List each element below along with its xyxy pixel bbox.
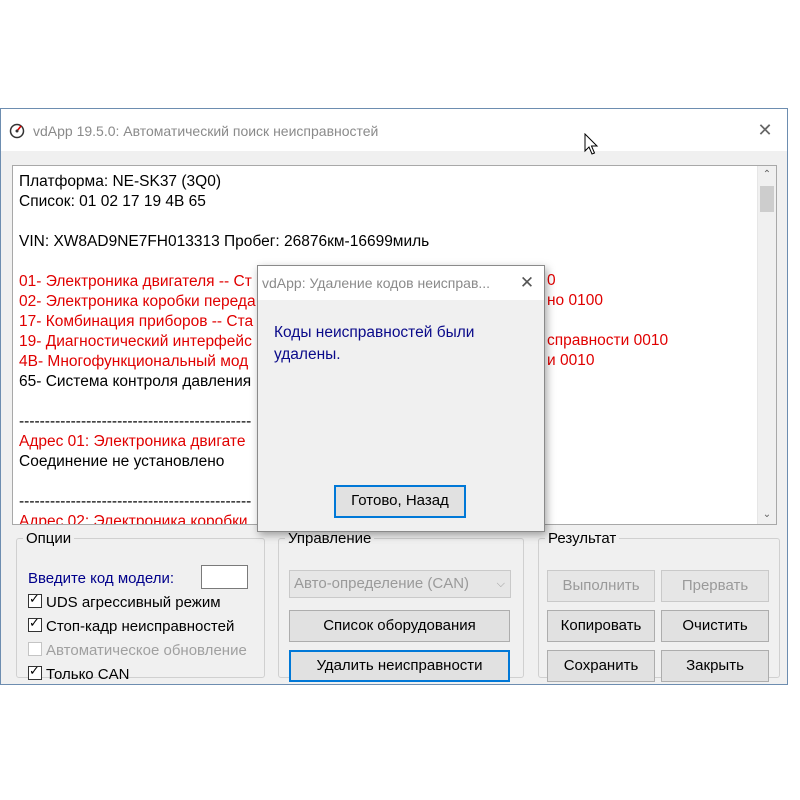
checkmark-icon: ✓ (29, 591, 40, 606)
scroll-up-arrow-icon[interactable]: ⌃ (758, 166, 776, 184)
log-line: Платформа: NE-SK37 (3Q0) (19, 173, 221, 190)
checkbox-checked-icon[interactable]: ✓ (28, 615, 42, 632)
model-code-input[interactable] (201, 565, 248, 589)
log-line-fragment: но 0100 (547, 292, 603, 309)
protocol-dropdown[interactable]: Авто-определение (CAN) ⌵ (289, 570, 511, 598)
log-line-fragment: и 0010 (547, 352, 595, 369)
dialog-title-bar: vdApp: Удаление кодов неисправ... ✕ (258, 266, 544, 300)
main-window: vdApp 19.5.0: Автоматический поиск неисп… (0, 108, 788, 685)
title-bar: vdApp 19.5.0: Автоматический поиск неисп… (1, 109, 787, 151)
option-checkbox-row[interactable]: ✓ Только CAN (28, 663, 130, 683)
log-line-fragment: справности 0010 (547, 332, 669, 349)
equipment-list-button[interactable]: Список оборудования (289, 610, 510, 642)
execute-button[interactable]: Выполнить (547, 570, 655, 602)
log-line: VIN: XW8AD9NE7FH013313 Пробег: 26876км-1… (19, 233, 430, 250)
option-checkbox-row[interactable]: ✓ UDS агрессивный режим (28, 591, 221, 611)
options-group: Опции Введите код модели: ✓ UDS агрессивн… (16, 530, 265, 683)
result-legend: Результат (548, 530, 617, 547)
result-group: Результат Выполнить Прервать Копировать … (538, 530, 780, 682)
vdapp-logo-icon (9, 123, 25, 139)
delete-codes-dialog: vdApp: Удаление кодов неисправ... ✕ Коды… (257, 265, 545, 532)
dialog-message: Коды неисправностей были удалены. (274, 324, 475, 363)
checkmark-icon: ✓ (29, 663, 40, 678)
window-close-button[interactable]: ✕ (743, 109, 787, 151)
checkmark-icon: ✓ (29, 615, 40, 630)
log-line-fragment: 0 (547, 272, 556, 289)
option-checkbox-label: UDS агрессивный режим (46, 594, 221, 611)
option-checkbox-label: Автоматическое обновление (46, 642, 247, 659)
chevron-down-icon: ⌵ (496, 578, 505, 590)
scroll-down-arrow-icon[interactable]: ⌄ (758, 506, 776, 524)
checkbox-checked-icon[interactable]: ✓ (28, 663, 42, 680)
model-code-label: Введите код модели: (28, 570, 175, 587)
abort-button[interactable]: Прервать (661, 570, 769, 602)
protocol-dropdown-value: Авто-определение (CAN) (294, 575, 470, 592)
control-legend: Управление (288, 530, 372, 547)
save-button[interactable]: Сохранить (547, 650, 655, 682)
dialog-close-button[interactable]: ✕ (510, 266, 544, 300)
log-line: Список: 01 02 17 19 4B 65 (19, 193, 206, 210)
checkbox-checked-icon[interactable]: ✓ (28, 591, 42, 608)
option-checkbox-label: Стоп-кадр неисправностей (46, 618, 235, 635)
scroll-thumb[interactable] (760, 186, 774, 212)
copy-button[interactable]: Копировать (547, 610, 655, 642)
delete-faults-button[interactable]: Удалить неисправности (289, 650, 510, 682)
mouse-pointer-icon (584, 133, 599, 155)
option-checkbox-row[interactable]: Автоматическое обновление (28, 642, 247, 659)
options-legend: Опции (26, 530, 72, 547)
clear-button[interactable]: Очистить (661, 610, 769, 642)
close-button[interactable]: Закрыть (661, 650, 769, 682)
option-checkbox-label: Только CAN (46, 666, 130, 683)
checkbox-unchecked-icon[interactable] (28, 642, 42, 656)
dialog-ok-button[interactable]: Готово, Назад (334, 485, 466, 518)
log-scrollbar[interactable]: ⌃ ⌄ (757, 166, 776, 524)
option-checkbox-row[interactable]: ✓ Стоп-кадр неисправностей (28, 615, 235, 635)
control-group: Управление Авто-определение (CAN) ⌵ Спис… (278, 530, 524, 682)
window-title: vdApp 19.5.0: Автоматический поиск неисп… (33, 123, 379, 139)
dialog-title: vdApp: Удаление кодов неисправ... (262, 275, 491, 291)
